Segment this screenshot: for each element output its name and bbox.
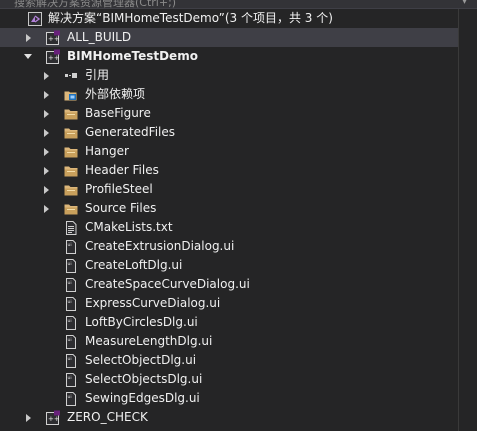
cpp-project-icon: ++ — [45, 410, 61, 426]
external-dependencies-icon — [63, 87, 79, 103]
folder-icon — [63, 125, 79, 141]
cpp-project-icon: ++ — [45, 49, 61, 65]
project-label: BIMHomeTestDemo — [67, 49, 198, 63]
search-box[interactable]: 搜索解决方案资源管理器(Ctrl+;) ▾ — [0, 0, 477, 9]
search-placeholder: 搜索解决方案资源管理器(Ctrl+;) — [14, 0, 177, 9]
tree-item-label: CMakeLists.txt — [85, 220, 173, 234]
solution-icon — [27, 11, 43, 27]
tree-item-label: BaseFigure — [85, 106, 151, 120]
cpp-project-icon: ++ — [45, 30, 61, 46]
solution-node[interactable]: 解决方案“BIMHomeTestDemo”(3 个项目，共 3 个) — [0, 9, 458, 28]
tree-item-label: GeneratedFiles — [85, 125, 175, 139]
tree-item-label: CreateExtrusionDialog.ui — [85, 239, 235, 253]
svg-text:++: ++ — [48, 415, 60, 423]
tree-folder-item[interactable]: ProfileSteel — [0, 180, 458, 199]
ui-file-icon: ui — [63, 315, 79, 331]
tree-item-label: LoftByCirclesDlg.ui — [85, 315, 198, 329]
tree-item-label: Hanger — [85, 144, 129, 158]
svg-text:ui: ui — [68, 280, 72, 286]
svg-text:ui: ui — [68, 394, 72, 400]
tree-folder-item[interactable]: Header Files — [0, 161, 458, 180]
search-dropdown-icon[interactable]: ▾ — [462, 0, 467, 7]
ui-file-icon: ui — [63, 258, 79, 274]
ui-file-icon: ui — [63, 353, 79, 369]
tree-folder-item[interactable]: Hanger — [0, 142, 458, 161]
expand-arrow-icon[interactable] — [23, 408, 33, 427]
expand-arrow-icon[interactable] — [41, 142, 51, 161]
folder-icon — [63, 182, 79, 198]
ui-file-icon: ui — [63, 239, 79, 255]
folder-icon — [63, 163, 79, 179]
expand-arrow-icon[interactable] — [41, 123, 51, 142]
tree-file-item[interactable]: ui ExpressCurveDialog.ui — [0, 294, 458, 313]
tree-file-item[interactable]: ui MeasureLengthDlg.ui — [0, 332, 458, 351]
project-label: ZERO_CHECK — [67, 410, 148, 424]
folder-icon — [63, 201, 79, 217]
panel-divider — [458, 9, 459, 431]
svg-text:ui: ui — [68, 318, 72, 324]
tree-item-label: CreateLoftDlg.ui — [85, 258, 183, 272]
project-label: ALL_BUILD — [67, 30, 132, 44]
tree-file-item[interactable]: ui CreateExtrusionDialog.ui — [0, 237, 458, 256]
tree-item-label: CreateSpaceCurveDialog.ui — [85, 277, 250, 291]
ui-file-icon: ui — [63, 334, 79, 350]
expand-arrow-icon[interactable] — [41, 161, 51, 180]
expand-arrow-icon[interactable] — [41, 85, 51, 104]
tree-item-label: MeasureLengthDlg.ui — [85, 334, 213, 348]
svg-text:ui: ui — [68, 356, 72, 362]
tree-item-label: 外部依赖项 — [85, 87, 146, 101]
ui-file-icon: ui — [63, 372, 79, 388]
folder-icon — [63, 106, 79, 122]
svg-text:ui: ui — [68, 261, 72, 267]
expand-arrow-icon[interactable] — [23, 28, 33, 47]
ui-file-icon: ui — [63, 296, 79, 312]
solution-explorer: 搜索解决方案资源管理器(Ctrl+;) ▾ 解决方案“BIMHomeTestDe… — [0, 0, 477, 431]
expand-arrow-icon[interactable] — [41, 180, 51, 199]
svg-text:ui: ui — [68, 375, 72, 381]
tree-item-label: 引用 — [85, 68, 110, 82]
collapse-arrow-icon[interactable] — [23, 47, 33, 66]
tree-item-label: Source Files — [85, 201, 157, 215]
tree-folder-item[interactable]: GeneratedFiles — [0, 123, 458, 142]
project-node-bimhometestdemo[interactable]: ++ BIMHomeTestDemo — [0, 47, 458, 66]
solution-label: 解决方案“BIMHomeTestDemo”(3 个项目，共 3 个) — [48, 11, 333, 25]
svg-text:ui: ui — [68, 337, 72, 343]
tree-item-label: Header Files — [85, 163, 159, 177]
tree-file-item[interactable]: ui LoftByCirclesDlg.ui — [0, 313, 458, 332]
tree-file-item[interactable]: ui SewingEdgesDlg.ui — [0, 389, 458, 408]
tree-folder-item[interactable]: 引用 — [0, 66, 458, 85]
svg-text:++: ++ — [48, 35, 60, 43]
tree-file-item[interactable]: ui CreateLoftDlg.ui — [0, 256, 458, 275]
expand-arrow-icon[interactable] — [41, 66, 51, 85]
references-icon — [63, 68, 79, 84]
tree-item-label: SewingEdgesDlg.ui — [85, 391, 200, 405]
text-file-icon — [63, 220, 79, 236]
ui-file-icon: ui — [63, 391, 79, 407]
tree-item-label: SelectObjectsDlg.ui — [85, 372, 203, 386]
tree-folder-item[interactable]: BaseFigure — [0, 104, 458, 123]
tree-item-label: SelectObjectDlg.ui — [85, 353, 197, 367]
svg-text:ui: ui — [68, 242, 72, 248]
project-node-zero-check[interactable]: ++ ZERO_CHECK — [0, 408, 458, 427]
tree-item-label: ProfileSteel — [85, 182, 153, 196]
ui-file-icon: ui — [63, 277, 79, 293]
tree-folder-item[interactable]: 外部依赖项 — [0, 85, 458, 104]
project-node-all-build[interactable]: ++ ALL_BUILD — [0, 28, 458, 47]
svg-text:++: ++ — [48, 54, 60, 62]
tree-folder-item[interactable]: Source Files — [0, 199, 458, 218]
tree-file-item[interactable]: ui SelectObjectsDlg.ui — [0, 370, 458, 389]
svg-text:ui: ui — [68, 299, 72, 305]
tree-file-item[interactable]: ui CreateSpaceCurveDialog.ui — [0, 275, 458, 294]
tree-file-item[interactable]: CMakeLists.txt — [0, 218, 458, 237]
folder-icon — [63, 144, 79, 160]
expand-arrow-icon[interactable] — [41, 104, 51, 123]
tree-item-label: ExpressCurveDialog.ui — [85, 296, 221, 310]
expand-arrow-icon[interactable] — [41, 199, 51, 218]
tree-file-item[interactable]: ui SelectObjectDlg.ui — [0, 351, 458, 370]
